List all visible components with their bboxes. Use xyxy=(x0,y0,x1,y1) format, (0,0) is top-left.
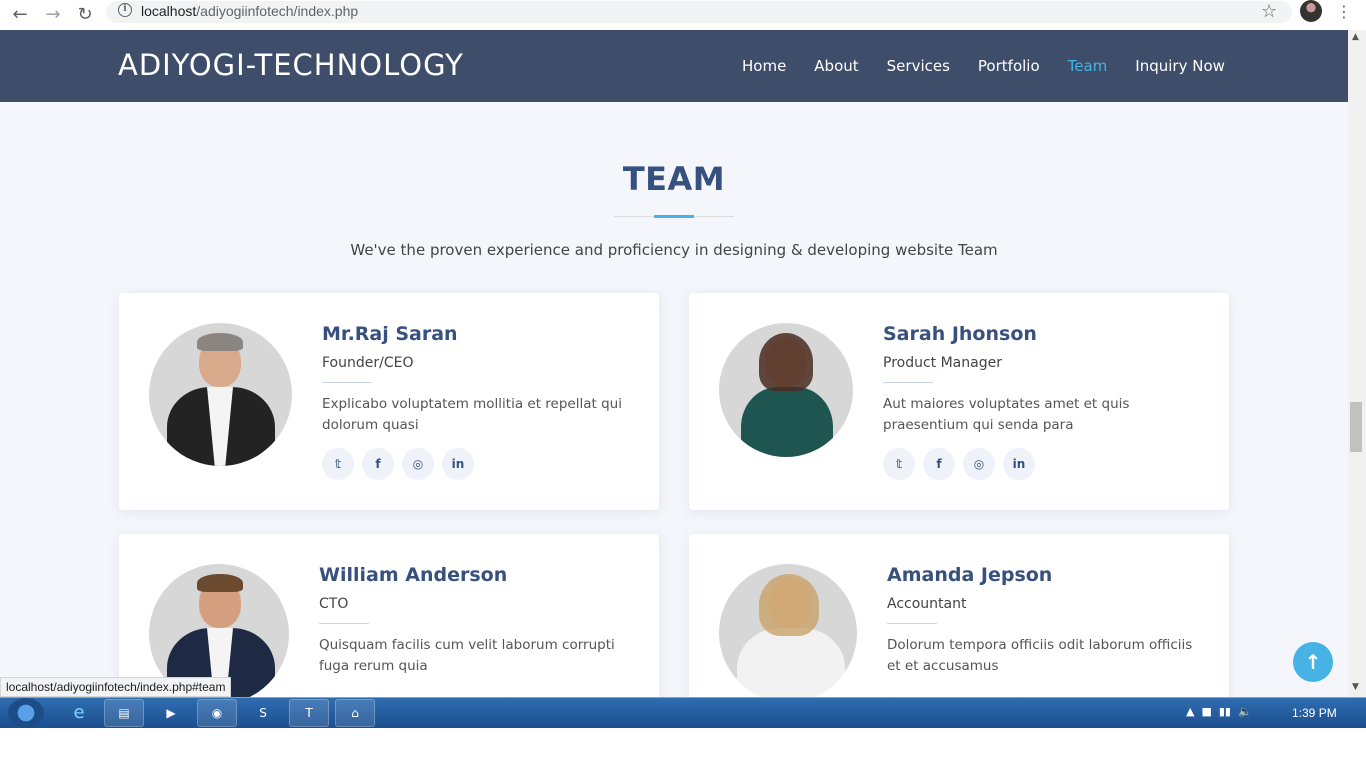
linkedin-icon[interactable]: in xyxy=(1003,448,1035,480)
internet-explorer-icon[interactable]: e xyxy=(59,699,99,727)
team-card-william-anderson: William Anderson CTO Quisquam facilis cu… xyxy=(119,534,659,697)
twitter-icon[interactable]: 𝕥 xyxy=(322,448,354,480)
status-link-url: localhost/adiyogiinfotech/index.php#team xyxy=(0,677,232,697)
role-divider xyxy=(319,623,369,624)
main-nav: Home About Services Portfolio Team Inqui… xyxy=(742,57,1225,75)
page-scrollbar[interactable]: ▲ ▼ xyxy=(1348,30,1366,697)
url-host: localhost xyxy=(141,3,197,19)
bookmark-star-icon[interactable]: ☆ xyxy=(1261,1,1277,22)
browser-menu-icon[interactable]: ⋮ xyxy=(1336,2,1352,21)
chrome-icon[interactable]: ◉ xyxy=(197,699,237,727)
back-icon[interactable]: ← xyxy=(8,3,32,27)
url-text[interactable]: localhost/adiyogiinfotech/index.php xyxy=(141,3,358,19)
facebook-icon[interactable]: f xyxy=(362,448,394,480)
start-button[interactable] xyxy=(8,698,44,728)
member-name: William Anderson xyxy=(319,564,508,586)
member-description: Aut maiores voluptates amet et quis prae… xyxy=(883,396,1130,433)
reload-icon[interactable]: ↻ xyxy=(73,3,97,27)
social-links: 𝕥 f ◎ in xyxy=(883,448,1043,480)
social-links: 𝕥 f ◎ in xyxy=(322,448,482,480)
member-description: Quisquam facilis cum velit laborum corru… xyxy=(319,637,615,674)
os-taskbar: e ▤ ▶ ◉ S T ⌂ ▲ ■ ▮▮ 🔈 1:39 PM xyxy=(0,697,1366,728)
sublime-text-icon[interactable]: S xyxy=(243,699,283,727)
back-to-top-button[interactable]: ↑ xyxy=(1293,642,1333,682)
member-name: Amanda Jepson xyxy=(887,564,1053,586)
profile-avatar[interactable] xyxy=(1300,0,1322,22)
site-header: ADIYOGI-TECHNOLOGY Home About Services P… xyxy=(0,30,1348,102)
scrollbar-thumb[interactable] xyxy=(1350,402,1362,452)
member-description: Dolorum tempora officiis odit laborum of… xyxy=(887,637,1193,674)
member-name: Mr.Raj Saran xyxy=(322,323,458,345)
site-info-icon[interactable]: i xyxy=(118,3,132,17)
instagram-icon[interactable]: ◎ xyxy=(963,448,995,480)
page-viewport: ADIYOGI-TECHNOLOGY Home About Services P… xyxy=(0,30,1348,697)
team-card-sarah-jhonson: Sarah Jhonson Product Manager Aut maiore… xyxy=(689,293,1229,510)
member-role: CTO xyxy=(319,596,349,612)
browser-toolbar: ← → ↻ i localhost/adiyogiinfotech/index.… xyxy=(0,0,1366,30)
media-player-icon[interactable]: ▶ xyxy=(151,699,191,727)
nav-inquiry-now[interactable]: Inquiry Now xyxy=(1135,57,1225,75)
team-card-amanda-jepson: Amanda Jepson Accountant Dolorum tempora… xyxy=(689,534,1229,697)
role-divider xyxy=(883,382,933,383)
scroll-up-icon[interactable]: ▲ xyxy=(1352,32,1359,42)
section-subtitle: We've the proven experience and proficie… xyxy=(350,241,998,259)
nav-portfolio[interactable]: Portfolio xyxy=(978,57,1040,75)
avatar xyxy=(149,323,292,466)
teams-icon[interactable]: T xyxy=(289,699,329,727)
nav-about[interactable]: About xyxy=(814,57,858,75)
title-accent-bar xyxy=(654,215,694,218)
xampp-icon[interactable]: ⌂ xyxy=(335,699,375,727)
taskbar-clock[interactable]: 1:39 PM xyxy=(1292,706,1337,720)
facebook-icon[interactable]: f xyxy=(923,448,955,480)
nav-services[interactable]: Services xyxy=(887,57,950,75)
nav-home[interactable]: Home xyxy=(742,57,786,75)
file-explorer-icon[interactable]: ▤ xyxy=(104,699,144,727)
forward-icon[interactable]: → xyxy=(41,3,65,27)
member-role: Founder/CEO xyxy=(322,355,414,371)
member-role: Accountant xyxy=(887,596,967,612)
avatar xyxy=(719,564,857,697)
url-path: /adiyogiinfotech/index.php xyxy=(196,3,359,19)
avatar xyxy=(719,323,853,457)
bottom-margin xyxy=(0,728,1366,768)
twitter-icon[interactable]: 𝕥 xyxy=(883,448,915,480)
nav-team[interactable]: Team xyxy=(1068,57,1108,75)
role-divider xyxy=(887,623,937,624)
linkedin-icon[interactable]: in xyxy=(442,448,474,480)
role-divider xyxy=(322,382,372,383)
team-card-raj-saran: Mr.Raj Saran Founder/CEO Explicabo volup… xyxy=(119,293,659,510)
member-role: Product Manager xyxy=(883,355,1002,371)
site-logo[interactable]: ADIYOGI-TECHNOLOGY xyxy=(118,48,464,82)
member-name: Sarah Jhonson xyxy=(883,323,1037,345)
system-tray[interactable]: ▲ ■ ▮▮ 🔈 xyxy=(1186,705,1252,718)
member-description: Explicabo voluptatem mollitia et repella… xyxy=(322,396,622,433)
section-title: TEAM xyxy=(622,160,726,198)
scroll-down-icon[interactable]: ▼ xyxy=(1352,682,1359,692)
instagram-icon[interactable]: ◎ xyxy=(402,448,434,480)
